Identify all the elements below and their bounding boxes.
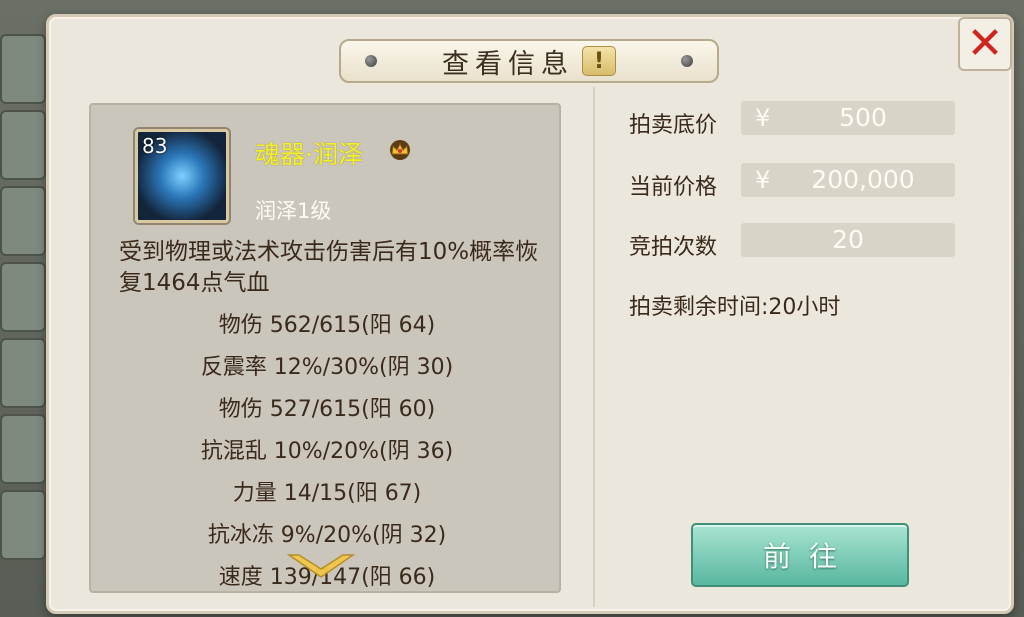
current-price-value: 200,000 (811, 165, 915, 194)
bid-count-value: 20 (832, 225, 864, 254)
close-button[interactable]: ✕ (958, 17, 1012, 71)
background-tab (0, 186, 46, 256)
item-name: 魂器·润泽 (255, 140, 363, 169)
close-icon: ✕ (966, 18, 1004, 69)
stat-line: 反震率 12%/30%(阴 30) (200, 355, 454, 380)
go-button[interactable]: 前往 (691, 523, 909, 587)
crown-icon (390, 140, 410, 160)
background-tab (0, 110, 46, 180)
base-price-label: 拍卖底价 (629, 113, 718, 138)
base-price-field: ¥ 500 (741, 101, 955, 135)
stud-icon (681, 55, 693, 67)
current-price-field: ¥ 200,000 (741, 163, 955, 197)
item-level: 83 (142, 134, 168, 158)
stat-line: 物伤 562/615(阳 64) (218, 313, 436, 338)
background-tab (0, 414, 46, 484)
item-info-dialog: 查看信息 ! ✕ 83 魂器·润泽 润泽1级 受到物理或法术攻击伤害后有10%概… (46, 14, 1014, 614)
background-tab (0, 338, 46, 408)
background-tab (0, 262, 46, 332)
item-description: 受到物理或法术攻击伤害后有10%概率恢复1464点气血 (119, 239, 539, 296)
remaining-time: 拍卖剩余时间:20小时 (629, 295, 841, 320)
info-icon[interactable]: ! (582, 46, 616, 76)
dialog-title: 查看信息 (442, 48, 574, 80)
go-button-label: 前往 (762, 540, 855, 573)
item-icon[interactable]: 83 (135, 129, 229, 223)
stat-line: 抗混乱 10%/20%(阴 36) (200, 439, 454, 464)
background-tab (0, 490, 46, 560)
bid-count-field: 20 (741, 223, 955, 257)
stat-line: 物伤 527/615(阳 60) (218, 397, 436, 422)
stud-icon (365, 55, 377, 67)
scroll-down-icon[interactable] (287, 551, 355, 581)
current-price-label: 当前价格 (629, 175, 718, 200)
base-price-value: 500 (839, 103, 887, 132)
item-subtitle: 润泽1级 (255, 199, 332, 223)
background-tab (0, 34, 46, 104)
panel-divider (593, 87, 595, 607)
dialog-title-plate: 查看信息 ! (339, 39, 719, 83)
item-detail-panel[interactable]: 83 魂器·润泽 润泽1级 受到物理或法术攻击伤害后有10%概率恢复1464点气… (89, 103, 561, 593)
bid-count-label: 竞拍次数 (629, 235, 718, 260)
stat-line: 力量 14/15(阳 67) (232, 481, 422, 506)
